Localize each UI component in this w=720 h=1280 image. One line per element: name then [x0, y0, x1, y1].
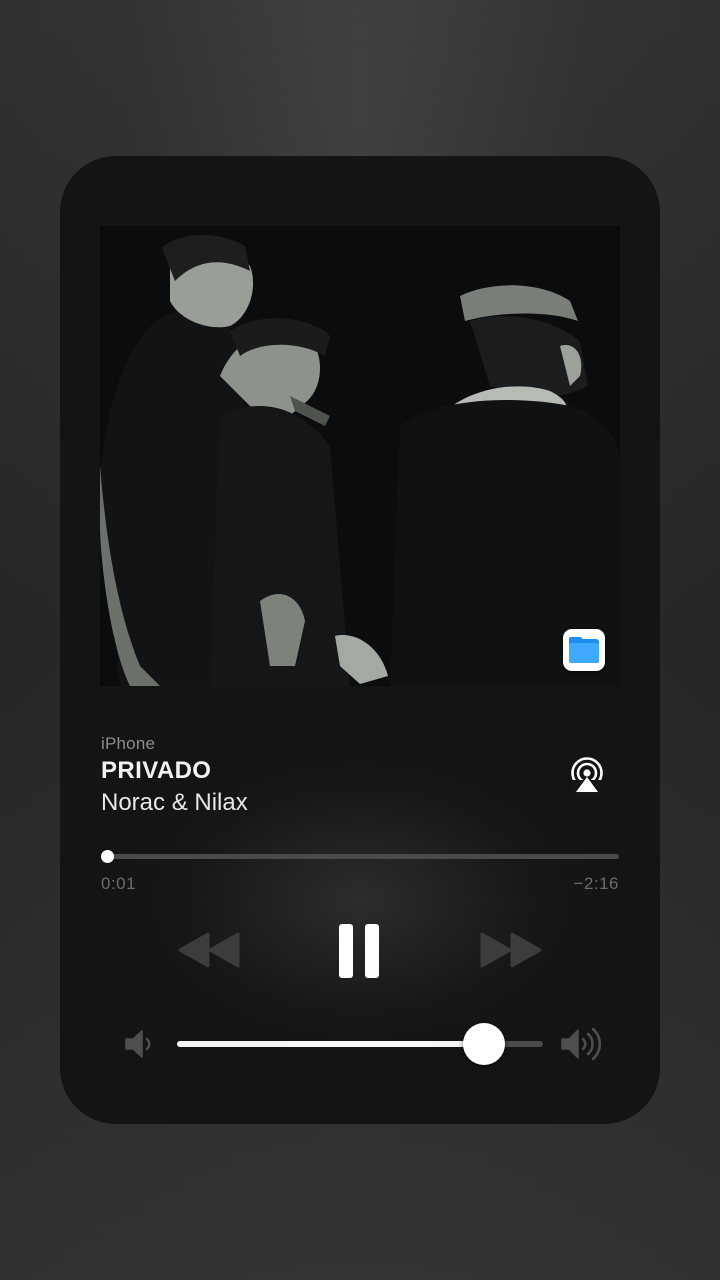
- forward-button[interactable]: [478, 930, 542, 970]
- volume-fill: [177, 1041, 485, 1047]
- pause-icon: [339, 924, 379, 978]
- rewind-icon: [178, 932, 240, 968]
- remaining-time: −2:16: [573, 874, 619, 893]
- volume-low-icon: [125, 1030, 151, 1058]
- track-title[interactable]: PRIVADO: [101, 757, 211, 785]
- track-artist[interactable]: Norac & Nilax: [101, 789, 248, 817]
- progress-bar[interactable]: [101, 850, 619, 863]
- volume-high-icon: [561, 1027, 602, 1061]
- airplay-button[interactable]: [567, 756, 607, 796]
- play-pause-button[interactable]: [336, 920, 384, 982]
- now-playing-card: iPhone PRIVADO Norac & Nilax 0:01 −2:16: [60, 156, 660, 1124]
- volume-slider[interactable]: [177, 1023, 543, 1065]
- fast-forward-icon: [480, 932, 542, 968]
- rewind-button[interactable]: [178, 930, 242, 970]
- volume-min-button: [124, 1029, 156, 1059]
- playback-source: iPhone: [101, 734, 156, 753]
- progress-scrubber[interactable]: [101, 850, 115, 863]
- files-app-icon: [563, 629, 605, 671]
- volume-knob[interactable]: [463, 1023, 506, 1065]
- volume-max-button: [560, 1027, 604, 1061]
- airplay-audio-icon: [571, 757, 603, 796]
- elapsed-time: 0:01: [101, 874, 137, 893]
- album-artwork[interactable]: [100, 226, 620, 686]
- album-artwork-image: [100, 226, 620, 686]
